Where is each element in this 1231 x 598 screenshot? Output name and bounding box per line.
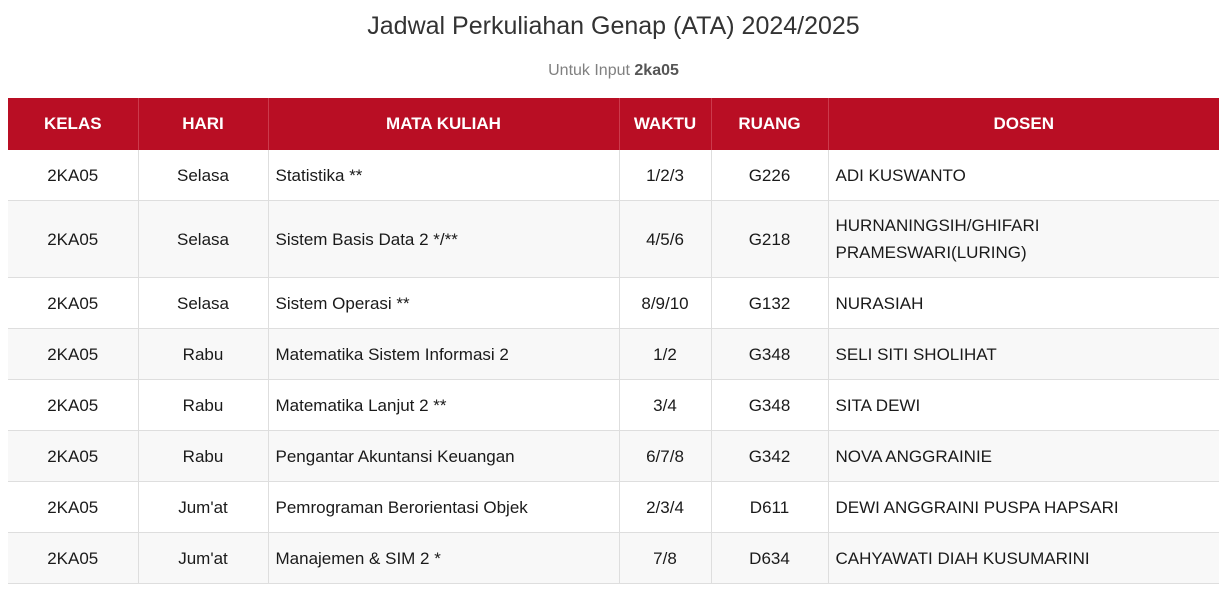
cell-hari: Rabu [138,430,269,482]
page-title: Jadwal Perkuliahan Genap (ATA) 2024/2025 [367,12,860,40]
cell-hari: Jum'at [138,481,269,533]
cell-dosen: ADI KUSWANTO [828,150,1219,201]
cell-dosen: NOVA ANGGRAINIE [828,430,1219,482]
subtitle-prefix: Untuk Input [548,62,630,79]
cell-mata-kuliah: Manajemen & SIM 2 * [268,532,620,584]
cell-waktu: 8/9/10 [619,277,712,329]
cell-hari: Rabu [138,379,269,431]
cell-dosen: NURASIAH [828,277,1219,329]
cell-kelas: 2KA05 [8,200,139,278]
cell-hari: Selasa [138,150,269,201]
cell-hari: Selasa [138,200,269,278]
table-row: 2KA05 Rabu Matematika Lanjut 2 ** 3/4 G3… [8,379,1219,431]
table-row: 2KA05 Rabu Pengantar Akuntansi Keuangan … [8,430,1219,482]
cell-ruang: G348 [711,379,829,431]
cell-ruang: G226 [711,150,829,201]
header-hari: HARI [138,98,269,150]
cell-waktu: 7/8 [619,532,712,584]
cell-dosen: SITA DEWI [828,379,1219,431]
cell-dosen: HURNANINGSIH/GHIFARI PRAMESWARI(LURING) [828,200,1219,278]
cell-kelas: 2KA05 [8,532,139,584]
subtitle-input-value: 2ka05 [634,62,679,79]
cell-ruang: G132 [711,277,829,329]
cell-mata-kuliah: Pengantar Akuntansi Keuangan [268,430,620,482]
schedule-page: Jadwal Perkuliahan Genap (ATA) 2024/2025… [0,0,1231,598]
cell-waktu: 2/3/4 [619,481,712,533]
cell-hari: Selasa [138,277,269,329]
cell-kelas: 2KA05 [8,328,139,380]
table-row: 2KA05 Selasa Statistika ** 1/2/3 G226 AD… [8,150,1219,201]
cell-kelas: 2KA05 [8,481,139,533]
cell-waktu: 3/4 [619,379,712,431]
cell-hari: Rabu [138,328,269,380]
schedule-table: KELAS HARI MATA KULIAH WAKTU RUANG DOSEN… [8,98,1219,584]
page-subtitle: Untuk Input 2ka05 [0,60,1227,82]
cell-dosen: CAHYAWATI DIAH KUSUMARINI [828,532,1219,584]
cell-ruang: D611 [711,481,829,533]
table-row: 2KA05 Selasa Sistem Operasi ** 8/9/10 G1… [8,277,1219,329]
header-dosen: DOSEN [828,98,1219,150]
table-row: 2KA05 Jum'at Manajemen & SIM 2 * 7/8 D63… [8,532,1219,584]
header-waktu: WAKTU [619,98,712,150]
header-kelas: KELAS [8,98,139,150]
table-row: 2KA05 Rabu Matematika Sistem Informasi 2… [8,328,1219,380]
cell-ruang: G342 [711,430,829,482]
cell-waktu: 1/2/3 [619,150,712,201]
cell-mata-kuliah: Sistem Operasi ** [268,277,620,329]
cell-ruang: G218 [711,200,829,278]
cell-waktu: 1/2 [619,328,712,380]
cell-mata-kuliah: Pemrograman Berorientasi Objek [268,481,620,533]
cell-hari: Jum'at [138,532,269,584]
cell-ruang: D634 [711,532,829,584]
cell-dosen: SELI SITI SHOLIHAT [828,328,1219,380]
table-row: 2KA05 Selasa Sistem Basis Data 2 */** 4/… [8,200,1219,278]
header-ruang: RUANG [711,98,829,150]
cell-ruang: G348 [711,328,829,380]
cell-mata-kuliah: Statistika ** [268,150,620,201]
table-header-row: KELAS HARI MATA KULIAH WAKTU RUANG DOSEN [8,98,1219,150]
header-mata-kuliah: MATA KULIAH [268,98,620,150]
cell-dosen: DEWI ANGGRAINI PUSPA HAPSARI [828,481,1219,533]
cell-waktu: 4/5/6 [619,200,712,278]
cell-waktu: 6/7/8 [619,430,712,482]
cell-kelas: 2KA05 [8,277,139,329]
cell-mata-kuliah: Matematika Sistem Informasi 2 [268,328,620,380]
cell-mata-kuliah: Matematika Lanjut 2 ** [268,379,620,431]
table-row: 2KA05 Jum'at Pemrograman Berorientasi Ob… [8,481,1219,533]
cell-kelas: 2KA05 [8,379,139,431]
cell-mata-kuliah: Sistem Basis Data 2 */** [268,200,620,278]
cell-kelas: 2KA05 [8,150,139,201]
cell-kelas: 2KA05 [8,430,139,482]
